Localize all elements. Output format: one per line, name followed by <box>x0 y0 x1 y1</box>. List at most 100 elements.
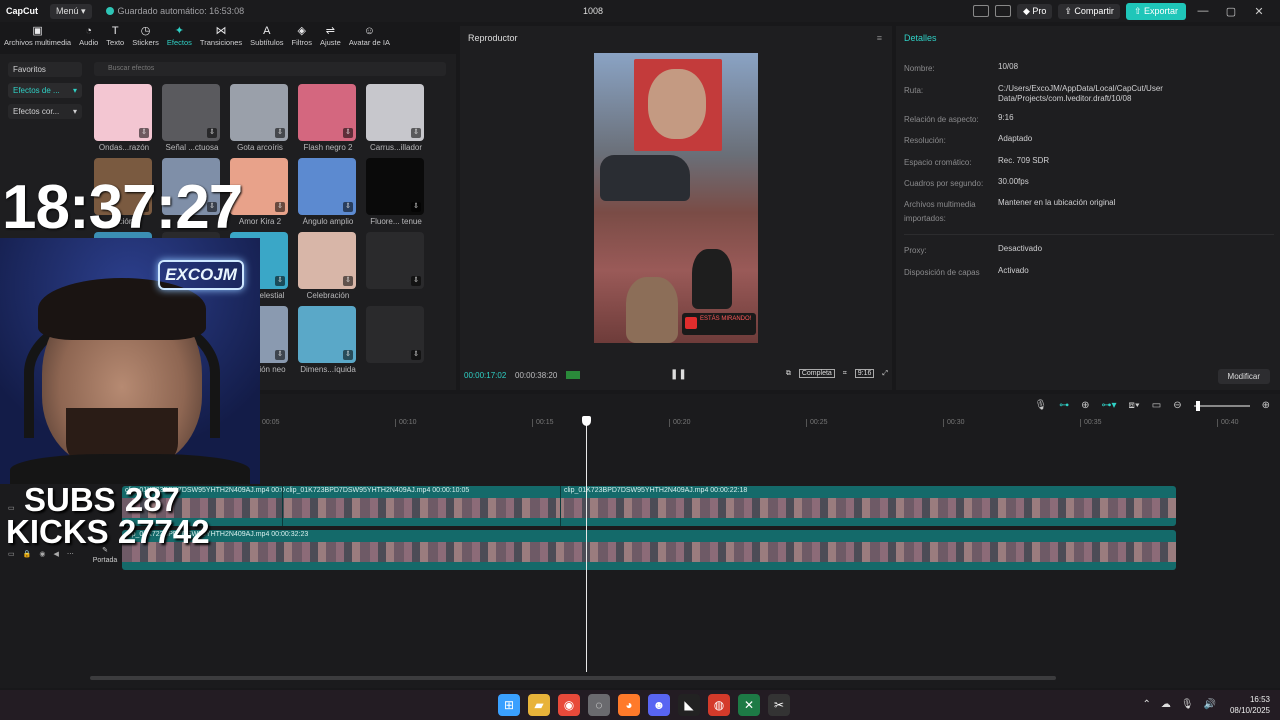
track-cover-icon[interactable]: ▭ <box>8 504 15 512</box>
tool-subtitle[interactable]: A Subtítulos <box>246 24 287 52</box>
speaker-icon[interactable]: ◀ <box>53 550 58 558</box>
maximize-icon[interactable]: ▢ <box>1220 5 1242 18</box>
link-icon[interactable]: ⊶ <box>1059 400 1069 411</box>
track-cover-icon[interactable]: ▭ <box>8 550 15 558</box>
capcut-icon[interactable]: ✂ <box>768 694 790 716</box>
nav-efectos-video[interactable]: Efectos de ... ▾ <box>8 83 82 98</box>
tool-adjust[interactable]: ⇌ Ajuste <box>316 24 345 52</box>
effect-card[interactable]: ⇩ Gota arcoíris <box>230 84 290 152</box>
menu-button[interactable]: Menú ▾ <box>50 3 92 19</box>
lock-icon[interactable]: 🔒 <box>23 550 32 558</box>
preview-video[interactable]: ESTÁS MIRANDO! <box>594 53 758 343</box>
download-icon[interactable]: ⇩ <box>411 128 421 138</box>
effect-card[interactable]: ⇩ Fluore... tenue <box>366 158 426 226</box>
hamburger-icon[interactable]: ≡ <box>877 33 882 43</box>
chevron-up-icon[interactable]: ⌃ <box>1142 699 1150 710</box>
snapshot-icon[interactable]: ⧉ <box>786 370 791 378</box>
preview-axis-icon[interactable]: ⧈▾ <box>1129 400 1140 411</box>
pro-button[interactable]: ◆ Pro <box>1016 3 1053 19</box>
download-icon[interactable]: ⇩ <box>411 350 421 360</box>
effects-nav: Favoritos Efectos de ... ▾ Efectos cor...… <box>8 62 82 125</box>
export-button[interactable]: ⇧ Exportar <box>1125 2 1186 20</box>
download-icon[interactable]: ⇩ <box>139 128 149 138</box>
effect-label: Fluore... tenue <box>370 217 422 226</box>
microphone-icon[interactable]: 🎙 <box>1181 699 1194 710</box>
firefox-icon[interactable]: ◕ <box>618 694 640 716</box>
quality-button[interactable]: Completa <box>798 369 835 378</box>
download-icon[interactable]: ⇩ <box>343 350 353 360</box>
download-icon[interactable]: ⇩ <box>275 128 285 138</box>
keyboard-icon[interactable] <box>994 5 1011 17</box>
download-icon[interactable]: ⇩ <box>411 202 421 212</box>
close-icon[interactable]: ✕ <box>1248 5 1270 18</box>
zoom-slider[interactable] <box>1193 400 1250 411</box>
effect-card[interactable]: ⇩ <box>366 232 426 300</box>
search-input[interactable]: Buscar efectos <box>94 62 446 76</box>
layout-icon[interactable] <box>972 5 989 17</box>
cloud-icon[interactable]: ☁ <box>1161 699 1171 710</box>
download-icon[interactable]: ⇩ <box>343 202 353 212</box>
chrome-icon[interactable]: ◉ <box>558 694 580 716</box>
start-icon[interactable]: ⊞ <box>498 694 520 716</box>
track-thumbnails <box>122 542 1176 562</box>
explorer-icon[interactable]: ▰ <box>528 694 550 716</box>
pause-button[interactable]: ❚❚ <box>670 369 687 380</box>
download-icon[interactable]: ⇩ <box>275 202 285 212</box>
microphone-icon[interactable]: 🎙 <box>1034 400 1047 411</box>
video-track-1[interactable]: clip_01K723BPD7DSW95YHTH2N409AJ.mp4 00:0… <box>122 486 1176 526</box>
more-icon[interactable]: ⋯ <box>67 550 74 558</box>
tool-effects[interactable]: ✦ Efectos <box>163 24 196 52</box>
playhead[interactable] <box>582 416 591 672</box>
effect-card[interactable]: ⇩ Carrus...illador <box>366 84 426 152</box>
zoom-in-icon[interactable]: ⊕ <box>1262 400 1270 411</box>
download-icon[interactable]: ⇩ <box>275 276 285 286</box>
effect-card[interactable]: ⇩ Ángulo amplio <box>298 158 358 226</box>
minimize-icon[interactable]: — <box>1192 5 1214 17</box>
download-icon[interactable]: ⇩ <box>343 276 353 286</box>
effect-card[interactable]: ⇩ Celebración <box>298 232 358 300</box>
download-icon[interactable]: ⇩ <box>343 128 353 138</box>
snap-icon[interactable]: ⊶▾ <box>1101 400 1116 411</box>
app-red-icon[interactable]: ◍ <box>708 694 730 716</box>
nav-favoritos[interactable]: Favoritos <box>8 62 82 77</box>
effect-card[interactable]: ⇩ Dimens...íquida <box>298 306 358 374</box>
excel-icon[interactable]: ✕ <box>738 694 760 716</box>
discord-icon[interactable]: ☻ <box>648 694 670 716</box>
track-1-controls: ▭ <box>8 504 15 512</box>
split-icon[interactable]: ⊕ <box>1081 400 1089 411</box>
tool-filter[interactable]: ◈ Filtros <box>288 24 316 52</box>
clip-divider[interactable] <box>560 486 561 526</box>
effect-card[interactable]: ⇩ Señal ...ctuosa <box>162 84 222 152</box>
fullscreen-icon[interactable]: ⤢ <box>882 370 888 378</box>
taskbar-clock[interactable]: 16:53 08/10/2025 <box>1230 694 1270 716</box>
video-track-2[interactable]: clip_01K723BPD7DSW95YHTH2N409AJ.mp4 00:0… <box>122 530 1176 570</box>
volume-icon[interactable]: 🔊 <box>1204 699 1216 710</box>
zoom-out-icon[interactable]: ⊖ <box>1173 400 1181 411</box>
ratio-button[interactable]: 9:16 <box>854 369 875 378</box>
app-icon[interactable]: ◌ <box>588 694 610 716</box>
tool-media[interactable]: ▣ Archivos multimedia <box>0 24 75 52</box>
capcut-alt-icon[interactable]: ◣ <box>678 694 700 716</box>
modify-button[interactable]: Modificar <box>1217 369 1270 384</box>
crop-icon[interactable]: ⌗ <box>843 370 847 378</box>
download-icon[interactable]: ⇩ <box>275 350 285 360</box>
tool-text[interactable]: T Texto <box>102 24 128 52</box>
tool-audio[interactable]: ◔ Audio <box>75 24 102 52</box>
timeline-ruler[interactable]: 00:05 00:10 00:15 00:20 00:25 00:30 00:35 00:40 <box>90 416 1270 428</box>
download-icon[interactable]: ⇩ <box>207 128 217 138</box>
tool-transition[interactable]: ⋈ Transiciones <box>196 24 246 52</box>
eye-icon[interactable]: ◉ <box>39 550 45 558</box>
effect-card[interactable]: ⇩ <box>366 306 426 374</box>
effect-card[interactable]: ⇩ Flash negro 2 <box>298 84 358 152</box>
share-button[interactable]: ⇪ Compartir <box>1058 3 1120 19</box>
download-icon[interactable]: ⇩ <box>411 276 421 286</box>
caption-icon[interactable]: ▭ <box>1152 400 1161 411</box>
nav-efectos-cuerpo[interactable]: Efectos cor... ▾ <box>8 104 82 119</box>
tool-avatar[interactable]: ☺ Avatar de IA <box>345 24 394 52</box>
effect-card[interactable]: ⇩ Ondas...razón <box>94 84 154 152</box>
detail-value: Desactivado <box>998 244 1043 253</box>
tool-sticker[interactable]: ◷ Stickers <box>128 24 163 52</box>
timeline-scrollbar[interactable] <box>90 676 1056 680</box>
clip-divider[interactable] <box>282 486 283 526</box>
detail-key: Relación de aspecto: <box>904 115 979 124</box>
